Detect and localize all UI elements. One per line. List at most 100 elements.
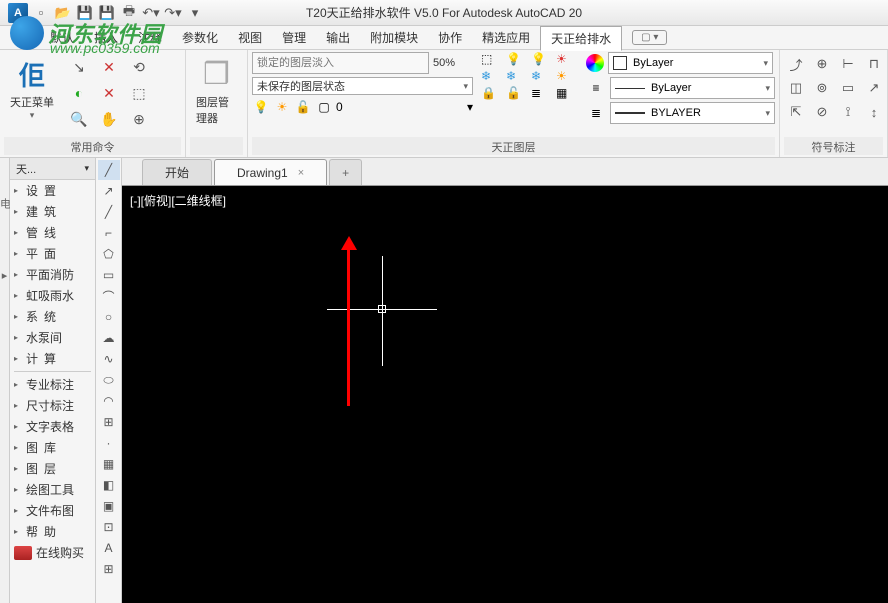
sp-calc[interactable]: ▸计算 xyxy=(10,348,95,369)
sym-8[interactable]: ↗ xyxy=(864,78,884,98)
tool-table[interactable]: ⊞ xyxy=(98,559,120,579)
menu-featured[interactable]: 精选应用 xyxy=(472,26,540,49)
ly-lock[interactable]: 🔒 xyxy=(481,86,503,100)
sym-2[interactable]: ⊕ xyxy=(812,54,832,74)
qat-dropdown-icon[interactable]: ▾ xyxy=(186,4,204,22)
open-icon[interactable]: 📂 xyxy=(54,4,72,22)
menu-addon[interactable]: 附加模块 xyxy=(360,26,428,49)
sp-annotation[interactable]: ▸专业标注 xyxy=(10,374,95,395)
locked-layer-input[interactable] xyxy=(252,52,429,74)
tool-polygon[interactable]: ⬠ xyxy=(98,244,120,264)
sym-11[interactable]: ⟟ xyxy=(838,102,858,122)
side-header[interactable]: 天...▾ xyxy=(10,158,95,180)
tool-text[interactable]: A xyxy=(98,538,120,558)
save-icon[interactable]: 💾 xyxy=(76,4,94,22)
cmd-icon-7[interactable]: 🔍 xyxy=(68,108,90,130)
tool-arc[interactable]: ⌒ xyxy=(98,286,120,306)
tool-hatch[interactable]: ▦ xyxy=(98,454,120,474)
viewport-label[interactable]: [-][俯视][二维线框] xyxy=(130,192,226,209)
color-swatch-icon[interactable]: ▢ xyxy=(315,98,333,116)
ly-unlock[interactable]: 🔓 xyxy=(506,86,528,100)
tool-polyline[interactable]: ⌐ xyxy=(98,223,120,243)
sp-fire[interactable]: ▸平面消防 xyxy=(10,264,95,285)
tool-wipeout[interactable]: ⊡ xyxy=(98,517,120,537)
tool-line[interactable]: ╱ xyxy=(98,160,120,180)
redo-icon[interactable]: ↷▾ xyxy=(164,4,182,22)
tool-ellipse[interactable]: ⬭ xyxy=(98,370,120,390)
tool-point[interactable]: · xyxy=(98,433,120,453)
tool-ray[interactable]: ↗ xyxy=(98,181,120,201)
ly-layers[interactable]: ≣ xyxy=(531,86,553,100)
sym-7[interactable]: ▭ xyxy=(838,78,858,98)
sp-system[interactable]: ▸系统 xyxy=(10,306,95,327)
linetype-combo[interactable]: ByLayer▾ xyxy=(610,77,775,99)
sp-file-layout[interactable]: ▸文件布图 xyxy=(10,500,95,521)
cmd-icon-8[interactable]: ✋ xyxy=(98,108,120,130)
app-logo-icon[interactable]: A xyxy=(8,3,28,23)
sym-9[interactable]: ⇱ xyxy=(786,102,806,122)
sp-dimension[interactable]: ▸尺寸标注 xyxy=(10,395,95,416)
sym-1[interactable]: ⤴ xyxy=(786,54,806,74)
cmd-icon-9[interactable]: ⊕ xyxy=(128,108,150,130)
ly-sun-red[interactable]: ☀ xyxy=(556,52,578,66)
sp-building[interactable]: ▸建筑 xyxy=(10,201,95,222)
tianzheng-menu-button[interactable]: 佢 天正菜单 ▾ xyxy=(4,52,60,125)
ribbon-toggle[interactable]: ▢ ▾ xyxy=(632,30,667,45)
plot-icon[interactable]: 🖶 xyxy=(120,4,138,22)
linetype-icon[interactable]: ≡ xyxy=(586,78,606,98)
sym-3[interactable]: ⊢ xyxy=(838,54,858,74)
menu-output[interactable]: 输出 xyxy=(316,26,360,49)
ly-tool-1[interactable]: ⬚ xyxy=(481,52,503,66)
sym-12[interactable]: ↕ xyxy=(864,102,884,122)
undo-icon[interactable]: ↶▾ xyxy=(142,4,160,22)
tool-xline[interactable]: ╱ xyxy=(98,202,120,222)
layer-dropdown-icon[interactable]: ▾ xyxy=(467,100,473,114)
tool-gradient[interactable]: ◧ xyxy=(98,475,120,495)
sym-10[interactable]: ⊘ xyxy=(812,102,832,122)
menu-tianzheng[interactable]: 天正给排水 xyxy=(540,26,622,51)
tool-spline[interactable]: ∿ xyxy=(98,349,120,369)
sp-plan[interactable]: ▸平面 xyxy=(10,243,95,264)
saveas-icon[interactable]: 💾 xyxy=(98,4,116,22)
menu-default[interactable]: 默认 xyxy=(40,26,84,49)
new-icon[interactable]: ▫ xyxy=(32,4,50,22)
lweight-icon[interactable]: ≣ xyxy=(586,103,606,123)
cmd-icon-3[interactable]: ⟲ xyxy=(128,56,150,78)
cmd-icon-5[interactable]: ✕ xyxy=(98,82,120,104)
ly-snow-1[interactable]: ❄ xyxy=(481,69,503,83)
sp-buy-online[interactable]: 在线购买 xyxy=(10,542,95,563)
canvas[interactable]: [-][俯视][二维线框] xyxy=(122,186,888,603)
ly-sun-2[interactable]: ☀ xyxy=(556,69,578,83)
sp-layer[interactable]: ▸图层 xyxy=(10,458,95,479)
sp-text-table[interactable]: ▸文字表格 xyxy=(10,416,95,437)
sym-5[interactable]: ◫ xyxy=(786,78,806,98)
sym-4[interactable]: ⊓ xyxy=(864,54,884,74)
lock-icon[interactable]: 🔓 xyxy=(294,98,312,116)
menu-manage[interactable]: 管理 xyxy=(272,26,316,49)
close-icon[interactable]: × xyxy=(298,167,304,179)
sp-drawtools[interactable]: ▸绘图工具 xyxy=(10,479,95,500)
bulb-icon[interactable]: 💡 xyxy=(252,98,270,116)
cmd-icon-2[interactable]: ✕ xyxy=(98,56,120,78)
sym-6[interactable]: ⊚ xyxy=(812,78,832,98)
tool-revcloud[interactable]: ☁ xyxy=(98,328,120,348)
sun-icon[interactable]: ☀ xyxy=(273,98,291,116)
sp-settings[interactable]: ▸设置 xyxy=(10,180,95,201)
menu-parametric[interactable]: 参数化 xyxy=(172,26,228,49)
sp-library[interactable]: ▸图库 xyxy=(10,437,95,458)
lweight-combo[interactable]: BYLAYER▾ xyxy=(610,102,775,124)
rainbow-icon[interactable] xyxy=(586,54,604,72)
menu-insert[interactable]: 插入 xyxy=(84,26,128,49)
cmd-icon-4[interactable]: ◐ xyxy=(68,82,90,104)
layer-manager-button[interactable]: ❒ 图层管理器 xyxy=(190,52,243,130)
layer-state-combo[interactable]: 未保存的图层状态▾ xyxy=(252,77,473,95)
tool-circle[interactable]: ○ xyxy=(98,307,120,327)
sp-pipe[interactable]: ▸管线 xyxy=(10,222,95,243)
ly-bulb-on[interactable]: 💡 xyxy=(506,52,528,66)
tool-rectangle[interactable]: ▭ xyxy=(98,265,120,285)
menu-annotate[interactable]: 注释 xyxy=(128,26,172,49)
ly-match[interactable]: ▦ xyxy=(556,86,578,100)
tab-start[interactable]: 开始 xyxy=(142,159,212,185)
tab-new[interactable]: + xyxy=(329,159,362,185)
ly-bulb-off[interactable]: 💡 xyxy=(531,52,553,66)
